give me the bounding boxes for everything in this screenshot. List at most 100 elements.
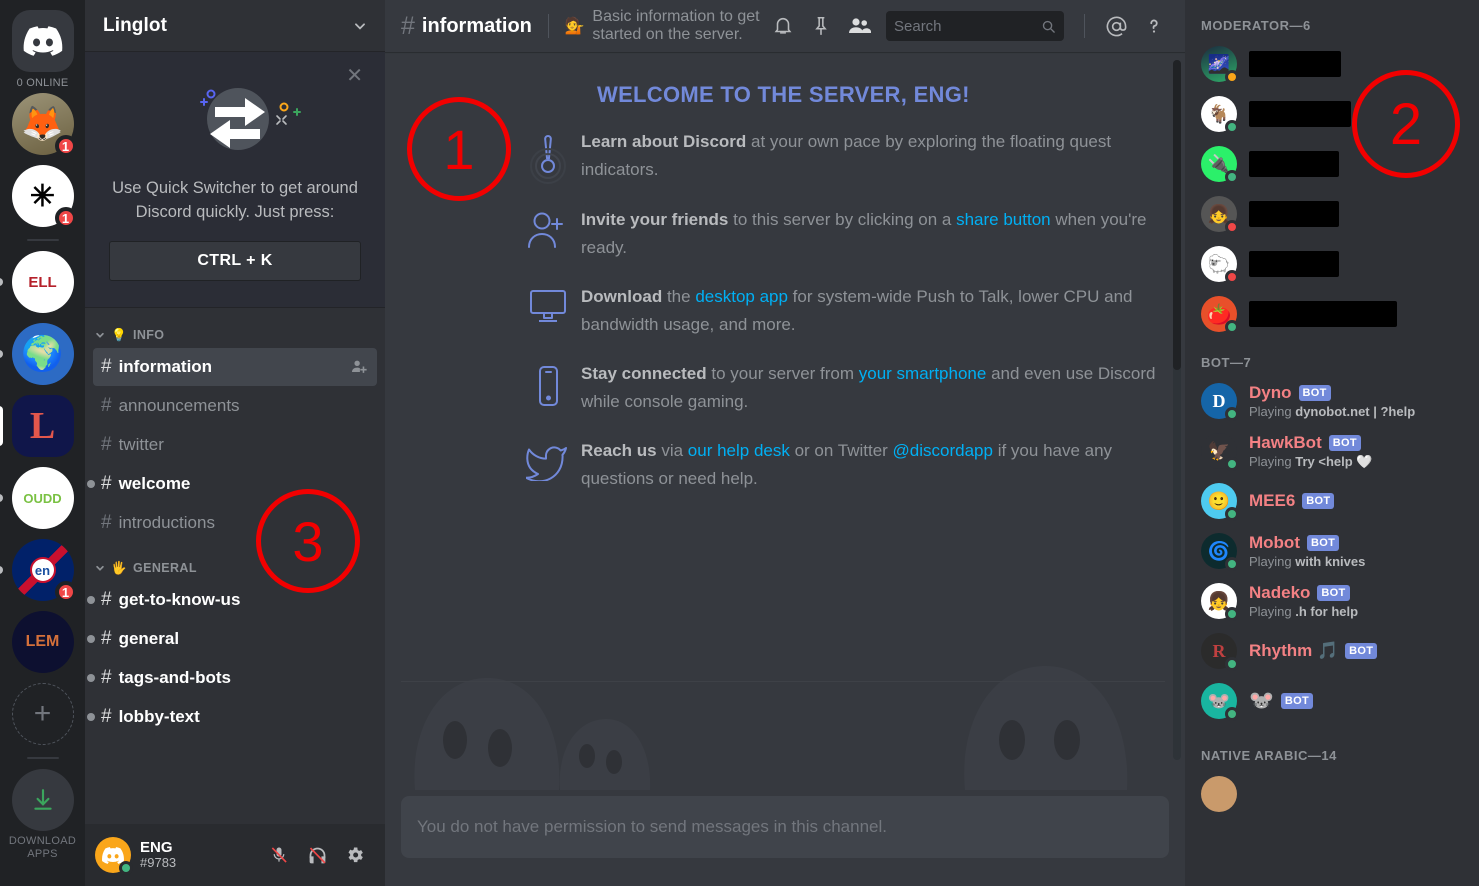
wumpus-watermark (385, 590, 1185, 790)
server-icon-clock[interactable]: ✳ 1 (12, 165, 74, 227)
member-list-item[interactable]: 👧 (1185, 189, 1479, 239)
sidebar-channel-general[interactable]: # general (93, 620, 377, 658)
avatar: 🌀 (1201, 533, 1237, 569)
sidebar-channel-introductions[interactable]: # introductions (93, 504, 377, 542)
topic-emoji: 💁 (564, 16, 584, 36)
pinned-messages-icon[interactable] (804, 9, 838, 43)
discord-app-window: 0 ONLINE 🦊 1 ✳ 1 ELL 🌍 L OUDD (0, 0, 1479, 886)
server-icon-linglot[interactable]: L (12, 395, 74, 457)
server-icon-fox[interactable]: 🦊 1 (12, 93, 74, 155)
category-label: INFO (133, 328, 164, 342)
quick-switcher-shortcut[interactable]: CTRL + K (109, 241, 361, 281)
sidebar-channel-information[interactable]: # information (93, 348, 377, 386)
home-button[interactable] (12, 10, 74, 72)
quick-switcher-art (160, 71, 310, 171)
user-discriminator: #9783 (140, 856, 176, 871)
download-arrow-icon (30, 787, 56, 813)
server-icon-ell[interactable]: ELL (12, 251, 74, 313)
search-input[interactable]: Search (886, 11, 1064, 41)
member-name: MEE6BOT (1249, 491, 1334, 511)
category-header-general[interactable]: 🖐 GENERAL (85, 543, 385, 580)
member-list-item-dyno[interactable]: D DynoBOT Playing dynobot.net | ?help (1185, 376, 1479, 426)
quick-switcher-card: ✕ Use Quick Switcher to get around Disco… (85, 52, 385, 308)
topbar-separator (1084, 14, 1085, 38)
headphones-muted-icon (307, 845, 328, 866)
member-list-item[interactable]: 🐑 (1185, 239, 1479, 289)
chevron-down-icon[interactable] (353, 19, 367, 33)
member-list-item[interactable]: 🌌 (1185, 39, 1479, 89)
status-badge (1225, 707, 1239, 721)
scrollbar-thumb[interactable] (1173, 60, 1181, 370)
server-header-button[interactable]: Linglot (85, 0, 385, 52)
help-desk-link[interactable]: our help desk (688, 441, 790, 460)
member-list-item[interactable]: 🍅 (1185, 289, 1479, 339)
welcome-item-bold: Download (581, 287, 662, 306)
avatar[interactable] (95, 837, 131, 873)
status-badge (1225, 507, 1239, 521)
avatar: D (1201, 383, 1237, 419)
hash-icon: # (101, 512, 112, 534)
content-scrollbar[interactable] (1173, 60, 1181, 760)
channel-list[interactable]: 💡 INFO # information # announcements # t… (85, 308, 385, 824)
member-list-item-mobot[interactable]: 🌀 MobotBOT Playing with knives (1185, 526, 1479, 576)
sidebar-channel-twitter[interactable]: # twitter (93, 426, 377, 464)
add-member-icon[interactable] (350, 357, 369, 376)
user-settings-button[interactable] (339, 839, 371, 871)
member-list[interactable]: MODERATOR—6 🌌 🐐 🔌 👧 🐑 🍅 BOT—7 D (1185, 0, 1479, 886)
unread-badge: 1 (55, 581, 77, 603)
member-list-item-hawkbot[interactable]: 🦅 HawkBotBOT Playing Try <help 🤍 (1185, 426, 1479, 476)
discordapp-twitter-link[interactable]: @discordapp (893, 441, 993, 460)
status-badge (1225, 70, 1239, 84)
channel-label: information (119, 357, 213, 377)
channel-label: introductions (119, 513, 215, 533)
message-scroller[interactable]: WELCOME TO THE SERVER, ENG! Learn about … (385, 52, 1185, 790)
desktop-app-link[interactable]: desktop app (695, 287, 788, 306)
help-question-icon[interactable] (1137, 9, 1171, 43)
sidebar-channel-tags-and-bots[interactable]: # tags-and-bots (93, 659, 377, 697)
add-server-button[interactable]: + (12, 683, 74, 745)
search-placeholder: Search (894, 18, 1041, 35)
member-list-item[interactable]: 🐐 (1185, 89, 1479, 139)
member-name-redacted (1249, 301, 1397, 327)
user-controls (263, 839, 377, 871)
server-icon-world[interactable]: 🌍 (12, 323, 74, 385)
at-mention-icon[interactable] (1099, 9, 1133, 43)
member-name-redacted (1249, 251, 1339, 277)
unread-badge: 1 (55, 207, 77, 229)
server-avatar: OUDD (12, 467, 74, 529)
quest-indicator-icon (515, 128, 581, 184)
server-icon-en-flag[interactable]: en 1 (12, 539, 74, 601)
member-list-item-rhythm[interactable]: R Rhythm 🎵BOT (1185, 626, 1479, 676)
sidebar-channel-get-to-know-us[interactable]: # get-to-know-us (93, 581, 377, 619)
category-header-info[interactable]: 💡 INFO (85, 322, 385, 347)
welcome-item-text: Reach us via our help desk or on Twitter… (581, 437, 1175, 492)
unread-dot (87, 713, 95, 721)
avatar: R (1201, 633, 1237, 669)
plus-icon: + (34, 697, 52, 731)
sidebar-channel-lobby-text[interactable]: # lobby-text (93, 698, 377, 736)
server-icon-lem[interactable]: LEM (12, 611, 74, 673)
hash-icon: # (101, 628, 112, 650)
member-name: MobotBOT (1249, 533, 1365, 553)
member-list-toggle-icon[interactable] (842, 9, 876, 43)
member-list-item-nadeko[interactable]: 👧 NadekoBOT Playing .h for help (1185, 576, 1479, 626)
member-list-item[interactable] (1185, 769, 1479, 819)
smartphone-link[interactable]: your smartphone (859, 364, 987, 383)
deafen-button[interactable] (301, 839, 333, 871)
welcome-item-bold: Learn about Discord (581, 132, 746, 151)
server-icon-oudd[interactable]: OUDD (12, 467, 74, 529)
welcome-title: WELCOME TO THE SERVER, ENG! (597, 82, 1185, 108)
download-apps-button[interactable] (12, 769, 74, 831)
mute-microphone-button[interactable] (263, 839, 295, 871)
smartphone-icon (515, 360, 581, 408)
member-list-item[interactable]: 🔌 (1185, 139, 1479, 189)
welcome-item-rest: the (662, 287, 695, 306)
sidebar-channel-welcome[interactable]: # welcome (93, 465, 377, 503)
notifications-bell-icon[interactable] (766, 9, 800, 43)
member-list-item-mouse[interactable]: 🐭 🐭BOT (1185, 676, 1479, 726)
share-button-link[interactable]: share button (956, 210, 1051, 229)
unread-dot (87, 635, 95, 643)
member-list-item-mee6[interactable]: 🙂 MEE6BOT (1185, 476, 1479, 526)
server-rail: 0 ONLINE 🦊 1 ✳ 1 ELL 🌍 L OUDD (0, 0, 85, 886)
sidebar-channel-announcements[interactable]: # announcements (93, 387, 377, 425)
